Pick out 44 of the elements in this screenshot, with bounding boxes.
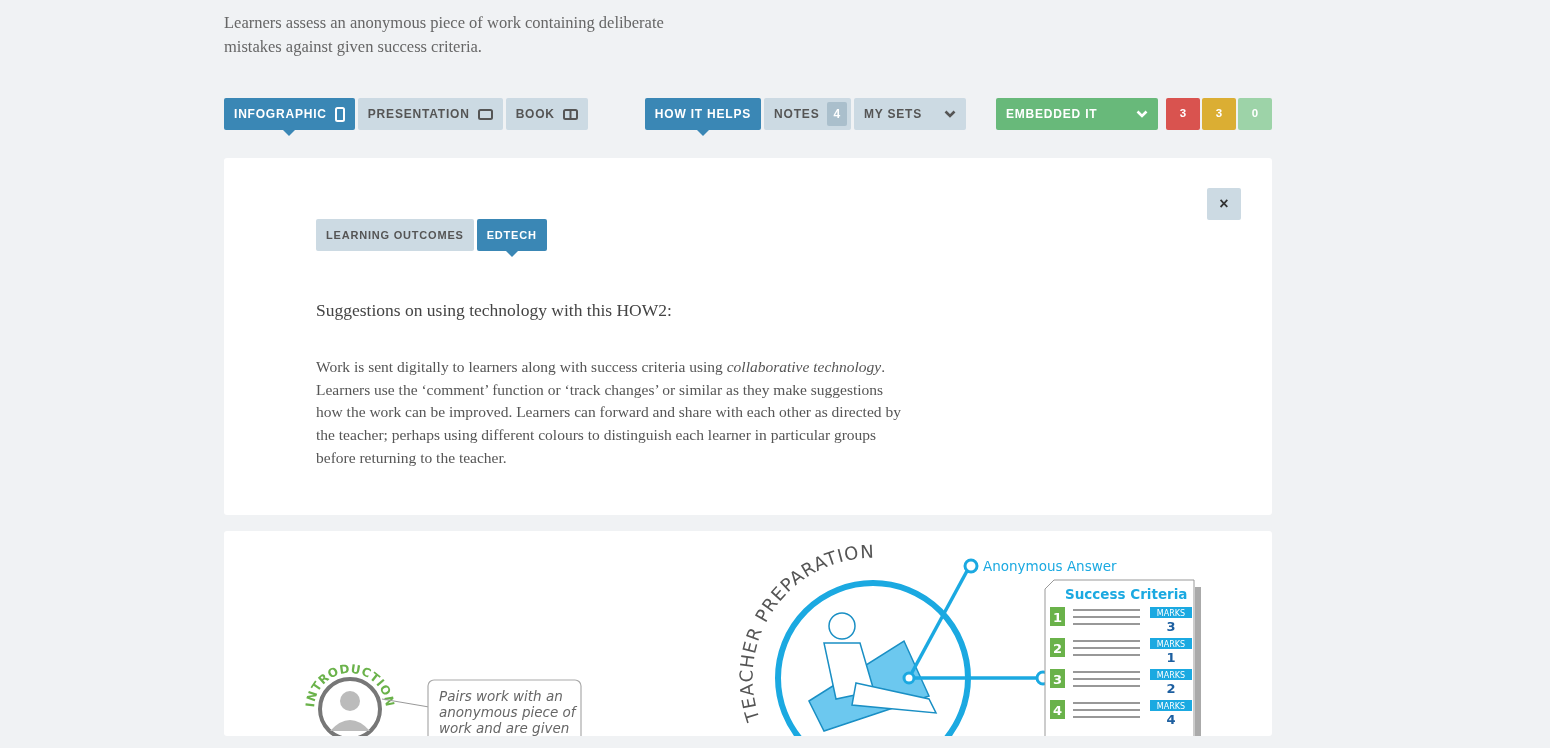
criterion-number: 3 [1053,672,1062,687]
tab-pointer-icon [505,251,518,257]
rating-count[interactable]: 3 [1202,98,1236,130]
notes-count: 4 [827,102,847,126]
criterion-number: 4 [1053,703,1062,718]
intro-text: Learners assess an anonymous piece of work containing deliberate mistakes against given success criteria. [224,12,664,58]
chevron-down-icon [944,110,956,118]
open-book-icon [562,108,578,120]
bubble-text-line: anonymous piece of [439,704,576,720]
criteria-title: Success Criteria [1065,586,1188,602]
panel-paragraph: Work is sent digitally to learners along with success criteria using collaborative technology. Learners use the ‘comment’ function or ‘track changes’ or similar as they make suggestions how the work can be improved. Learners can forward and share with each other as directed by the teacher; perhaps using different colours to distinguish each learner in particular groups before returning to the teacher. [316,357,902,468]
tab-pointer-icon [283,130,296,136]
text-lines-drawing [1072,609,1141,625]
connector-node [902,671,916,685]
marks-tag: MARKS [1150,607,1192,618]
connector-node [963,558,979,574]
marks-tag: MARKS [1150,638,1192,649]
tab-pointer-icon [696,130,709,136]
marks-value: 2 [1166,681,1176,696]
criterion-number: 1 [1053,610,1062,625]
close-button[interactable]: × [1207,188,1241,220]
panel-tab[interactable]: LEARNING OUTCOMES [316,219,474,251]
bubble-text-line: Pairs work with an [439,688,563,704]
portrait-rectangle-icon [334,106,345,122]
view-tab[interactable]: PRESENTATION [357,98,503,130]
text-lines-drawing [1072,702,1141,718]
bubble-text-line: work and are given [439,720,570,736]
criterion-number: 2 [1053,641,1062,656]
embed-dropdown[interactable]: EMBEDDED IT [996,98,1158,130]
landscape-rectangle-icon [477,108,493,120]
chevron-down-icon [1136,110,1148,118]
callout-label: Anonymous Answer [983,558,1117,574]
marks-value: 1 [1166,650,1176,665]
rating-count[interactable]: 3 [1166,98,1200,130]
marks-tag: MARKS [1150,700,1192,711]
help-tab[interactable]: NOTES 4 [764,98,851,130]
text-lines-drawing [1072,640,1141,656]
view-tab[interactable]: BOOK [505,98,588,130]
marks-value: 4 [1166,712,1176,727]
text-lines-drawing [1072,671,1141,687]
marks-tag: MARKS [1150,669,1192,680]
marks-value: 3 [1166,619,1176,634]
panel-heading: Suggestions on using technology with this HOW2: [316,299,673,322]
help-tab[interactable]: MY SETS [853,98,966,130]
